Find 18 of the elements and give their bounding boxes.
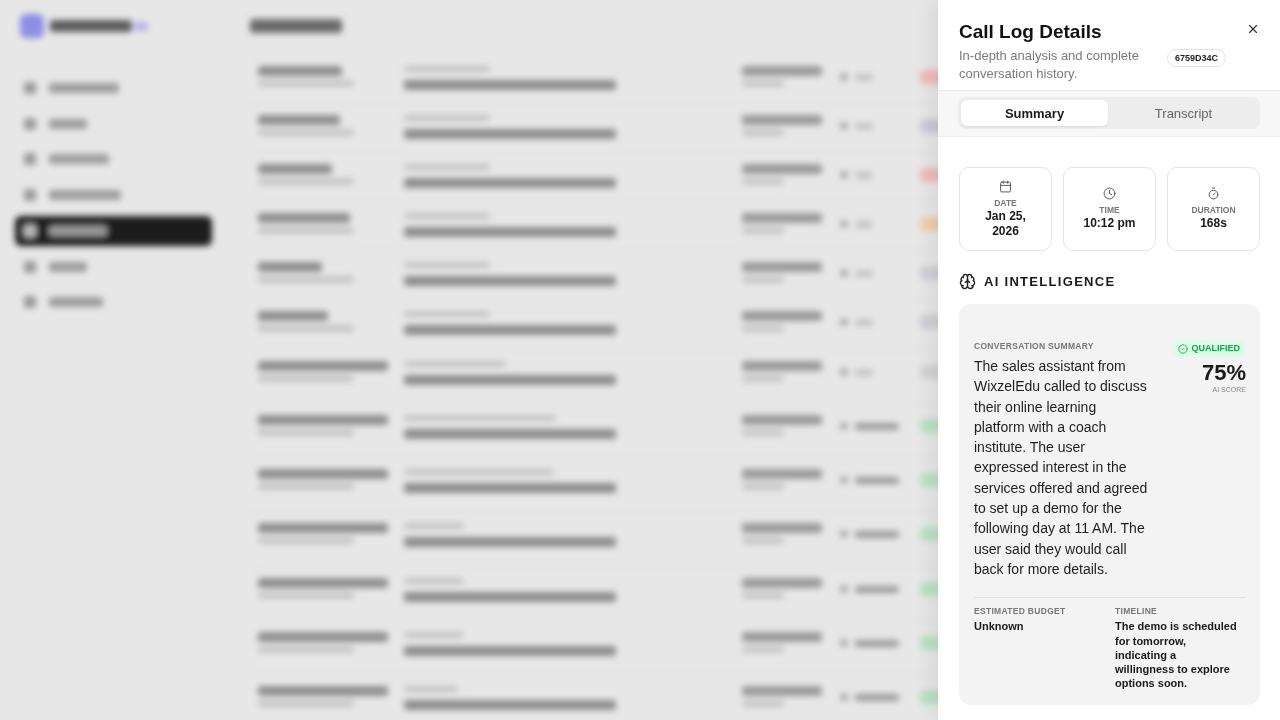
call-id-badge: 6759D34C [1167,49,1227,67]
detail-label: TIMELINE [1115,605,1159,618]
stat-value: 10:12 pm [1083,216,1136,231]
stat-label: DATE [994,196,1017,209]
panel-title: Call Log Details [959,20,1103,44]
detail-value: The demo is scheduled for tomorrow, indicating a willingness to explore options soon. [1115,619,1238,691]
status-label: QUALIFIED [1191,343,1240,354]
stat-label: TIME [1099,204,1120,216]
detail-label: ESTIMATED BUDGET [974,605,1067,618]
conversation-summary: The sales assistant from WixzelEdu called to discuss their online learning platform with a coach institute. The user expressed interest in the services offered and agreed to set up a demo for the following day at 11 AM. The user said they would call back for more details. [974,357,1149,579]
ai-score-value: 75% [1201,361,1246,385]
stat-value: 168s [1200,216,1227,231]
panel-subtitle: In-depth analysis and complete conversation history. [959,47,1140,83]
section-heading: AI INTELLIGENCE [984,274,1116,289]
stat-value: Jan 25, 2026 [984,208,1027,239]
summary-label: CONVERSATION SUMMARY [974,340,1095,352]
stat-label: DURATION [1191,204,1236,216]
detail-value: Unknown [974,619,1025,634]
